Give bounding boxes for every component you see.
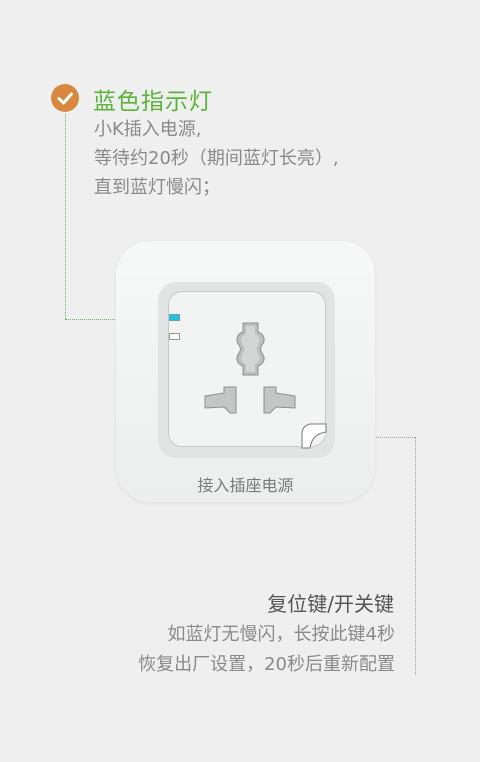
indicator-leader-line <box>65 114 66 319</box>
blue-indicator-title: 蓝色指示灯 <box>93 89 213 115</box>
blue-led-indicator <box>169 314 180 321</box>
reset-key-title: 复位键/开关键 <box>267 592 394 616</box>
reset-key-description: 如蓝灯无慢闪，长按此键4秒 恢复出厂设置，20秒后重新配置 <box>138 620 395 680</box>
reset-button[interactable] <box>300 422 328 450</box>
reset-leader-line <box>415 437 416 675</box>
white-led-indicator <box>169 333 180 340</box>
reset-desc-line: 如蓝灯无慢闪，长按此键4秒 <box>167 624 395 645</box>
socket-holes-icon <box>204 322 296 414</box>
step-line: 等待约20秒（期间蓝灯长亮）, <box>94 148 339 169</box>
blue-indicator-steps: 小K插入电源, 等待约20秒（期间蓝灯长亮）, 直到蓝灯慢闪； <box>94 115 339 202</box>
step-line: 小K插入电源, <box>94 119 202 140</box>
check-circle-icon <box>51 84 79 112</box>
reset-desc-line: 恢复出厂设置，20秒后重新配置 <box>138 654 395 675</box>
step-line: 直到蓝灯慢闪； <box>94 177 220 198</box>
socket-caption: 接入插座电源 <box>197 476 294 495</box>
